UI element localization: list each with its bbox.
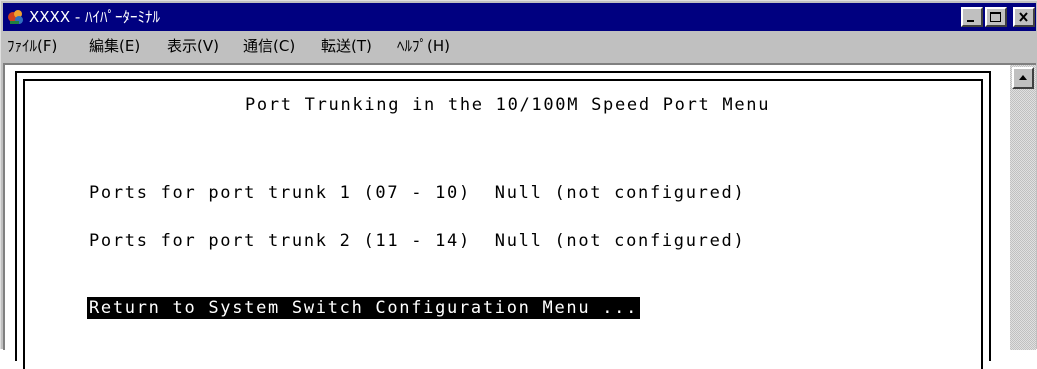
menu-transfer[interactable]: 転送(T) [321,36,372,56]
menu-edit[interactable]: 編集(E) [89,36,140,56]
maximize-icon [990,12,1001,22]
maximize-button[interactable] [985,7,1007,27]
terminal-client-area: Port Trunking in the 10/100M Speed Port … [3,63,1036,369]
port-trunk-1-line: Ports for port trunk 1 (07 - 10) Null (n… [89,183,746,203]
scroll-up-button[interactable] [1012,67,1034,89]
port-trunk-2-line: Ports for port trunk 2 (11 - 14) Null (n… [89,231,746,251]
minimize-icon [967,20,974,22]
vertical-scrollbar[interactable] [1010,65,1036,350]
window-title: XXXX - ﾊｲﾊﾟｰﾀｰﾐﾅﾙ [29,8,161,26]
terminal-screen[interactable]: Port Trunking in the 10/100M Speed Port … [5,65,1010,369]
title-bar[interactable]: XXXX - ﾊｲﾊﾟｰﾀｰﾐﾅﾙ [3,3,1036,31]
return-menu-option[interactable]: Return to System Switch Configuration Me… [87,297,641,319]
terminal-frame-inner [23,79,983,369]
close-button[interactable] [1013,7,1035,27]
menu-title: Port Trunking in the 10/100M Speed Port … [245,95,771,115]
hyperterminal-app-icon[interactable] [7,8,25,26]
menu-bar: ﾌｧｲﾙ(F) 編集(E) 表示(V) 通信(C) 転送(T) ﾍﾙﾌﾟ(H) [3,33,1036,59]
close-icon [1019,12,1028,22]
menu-help[interactable]: ﾍﾙﾌﾟ(H) [397,36,450,56]
hyperterminal-window: XXXX - ﾊｲﾊﾟｰﾀｰﾐﾅﾙ ﾌｧｲﾙ(F) 編集(E) 表示(V) 通信… [0,0,1037,369]
minimize-button[interactable] [961,7,983,27]
menu-file[interactable]: ﾌｧｲﾙ(F) [7,36,57,56]
menu-communication[interactable]: 通信(C) [243,36,295,56]
menu-view[interactable]: 表示(V) [167,36,219,56]
arrow-up-icon [1019,75,1027,80]
